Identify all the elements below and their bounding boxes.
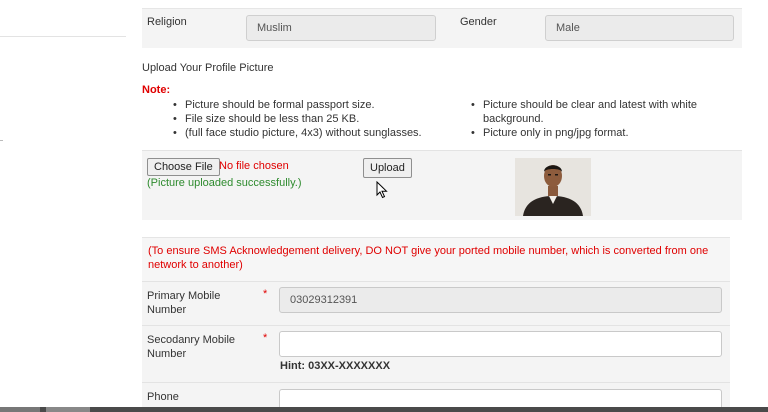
left-sidebar (0, 0, 126, 412)
taskbar-segment (46, 407, 90, 412)
religion-field[interactable]: Muslim (246, 15, 436, 41)
notes-left-list: Picture should be formal passport size. … (173, 98, 443, 140)
required-mark: * (263, 332, 268, 344)
note-item: File size should be less than 25 KB. (173, 112, 443, 126)
upload-button[interactable]: Upload (363, 158, 412, 178)
upload-section-title: Upload Your Profile Picture (142, 62, 274, 74)
sms-notice: (To ensure SMS Acknowledgement delivery,… (142, 237, 730, 281)
note-item: Picture only in png/jpg format. (471, 126, 711, 140)
religion-label: Religion (147, 16, 187, 28)
no-file-chosen-text: No file chosen (219, 160, 289, 172)
profile-photo-graphic (515, 158, 591, 216)
secondary-mobile-hint: Hint: 03XX-XXXXXXX (280, 360, 391, 372)
secondary-mobile-label: Secodanry Mobile Number (147, 334, 236, 360)
gender-label: Gender (460, 16, 497, 28)
secondary-mobile-field[interactable] (279, 331, 722, 357)
notes-right-list: Picture should be clear and latest with … (471, 98, 711, 140)
required-mark: * (263, 288, 268, 300)
note-item: Picture should be formal passport size. (173, 98, 443, 112)
phone-label: Phone (147, 391, 179, 403)
sidebar-divider (0, 36, 126, 37)
note-item: Picture should be clear and latest with … (471, 98, 711, 126)
primary-mobile-label: Primary Mobile Number (147, 290, 221, 316)
upload-success-text: (Picture uploaded successfully.) (147, 177, 302, 189)
choose-file-button[interactable]: Choose File (147, 158, 220, 176)
mouse-cursor-icon (376, 181, 388, 199)
gender-field[interactable]: Male (545, 15, 734, 41)
primary-mobile-field[interactable]: 03029312391 (279, 287, 722, 313)
sidebar-tick (0, 140, 3, 141)
taskbar-edge (0, 407, 768, 412)
note-label: Note: (142, 84, 171, 96)
note-item: (full face studio picture, 4x3) without … (173, 126, 443, 140)
profile-photo (515, 158, 591, 216)
taskbar-segment (0, 407, 40, 412)
